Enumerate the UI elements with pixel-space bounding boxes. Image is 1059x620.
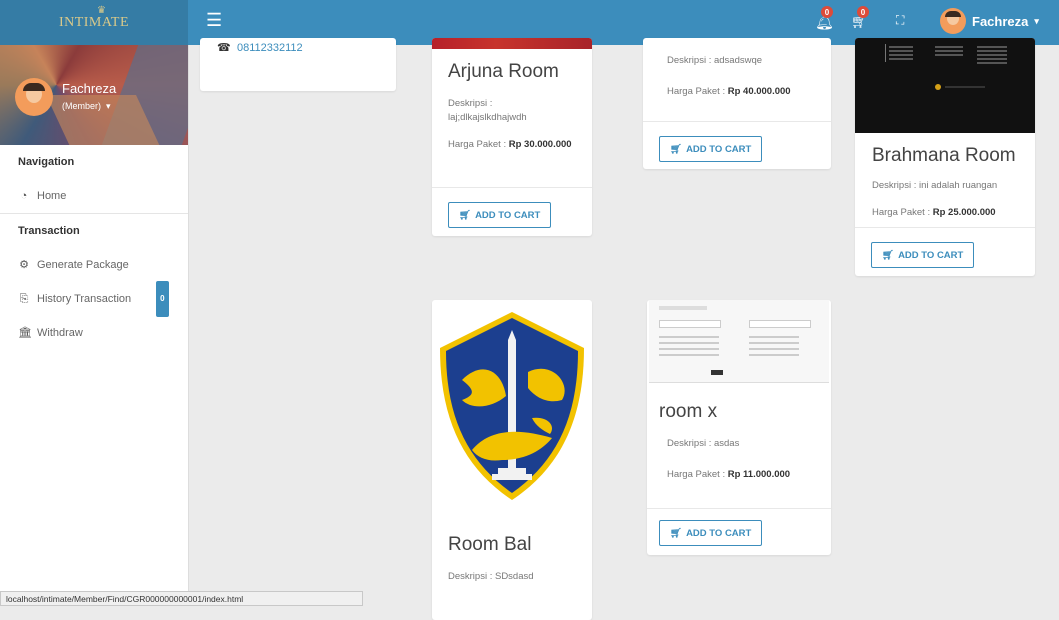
- room-card: Brahmana Room Deskripsi : ini adalah rua…: [855, 38, 1035, 276]
- add-to-cart-button[interactable]: 🛒︎ ADD TO CART: [659, 136, 763, 162]
- cart-icon: 🛒︎: [670, 527, 683, 539]
- caret-down-icon: ▾: [103, 101, 111, 111]
- fullscreen-button[interactable]: ⛶: [896, 13, 904, 28]
- room-description: Deskripsi : adsadswqe: [667, 55, 763, 66]
- room-image: [432, 38, 592, 49]
- topbar-user-name: Fachreza: [972, 13, 1029, 29]
- room-title: room x: [659, 401, 718, 422]
- room-description: Deskripsi : asdas: [667, 438, 740, 449]
- expand-icon: ⛶: [896, 13, 905, 27]
- cart-icon: 🛒︎: [670, 143, 683, 155]
- room-price: Harga Paket : Rp 40.000.000: [667, 86, 791, 97]
- room-image: [432, 300, 592, 520]
- city-emblem-image: [440, 312, 584, 500]
- phone-number[interactable]: 08112332112: [237, 42, 303, 54]
- sidebar: Fachreza (Member) ▾ Navigation ◔ Home Tr…: [0, 45, 189, 606]
- sidebar-user-name: Fachreza: [62, 81, 117, 96]
- add-to-cart-button[interactable]: 🛒︎ ADD TO CART: [871, 242, 975, 268]
- menu-toggle-button[interactable]: ☰: [206, 10, 222, 31]
- add-to-cart-button[interactable]: 🛒︎ ADD TO CART: [659, 520, 763, 546]
- browser-status-bar: localhost/intimate/Member/Find/CGR000000…: [0, 591, 363, 606]
- sidebar-item-withdraw[interactable]: 🏛︎ Withdraw: [0, 316, 188, 350]
- user-avatar: [15, 78, 53, 116]
- room-card: Arjuna Room Deskripsi : laj;dlkajslkdhaj…: [432, 38, 592, 236]
- history-icon: ⎘: [19, 293, 29, 305]
- sidebar-item-generate-package[interactable]: ⚙ Generate Package: [0, 248, 188, 282]
- notification-count-badge: 0: [821, 6, 833, 18]
- transaction-section-header: Transaction: [18, 225, 80, 237]
- bank-icon: 🏛︎: [18, 327, 32, 339]
- sidebar-item-home[interactable]: ◔ Home: [0, 179, 188, 213]
- app-logo[interactable]: ♛ INTIMATE: [0, 0, 188, 45]
- add-to-cart-button[interactable]: 🛒︎ ADD TO CART: [448, 202, 552, 228]
- logo-text: ♛ INTIMATE: [58, 4, 130, 30]
- room-card: Deskripsi : adsadswqe Harga Paket : Rp 4…: [643, 38, 831, 169]
- room-card: room x Deskripsi : asdas Harga Paket : R…: [647, 300, 831, 555]
- cart-button[interactable]: 🛒︎ 0: [851, 6, 869, 30]
- notifications-button[interactable]: 🔔︎ 0: [815, 6, 834, 31]
- room-description: Deskripsi : laj;dlkajslkdhajwdh: [448, 98, 527, 123]
- room-image: [855, 38, 1035, 133]
- room-title: Brahmana Room: [872, 145, 1016, 166]
- cart-icon: 🛒︎: [882, 249, 895, 261]
- user-dropdown[interactable]: Fachreza ▾: [940, 8, 1039, 34]
- avatar: [940, 8, 966, 34]
- room-image: [649, 300, 829, 383]
- user-role-dropdown[interactable]: (Member) ▾: [62, 101, 111, 112]
- room-title: Room Bal: [448, 534, 532, 555]
- room-price: Harga Paket : Rp 30.000.000: [448, 139, 572, 150]
- dashboard-icon: ◔: [20, 190, 28, 202]
- phone-icon: ☎: [217, 42, 231, 54]
- sidebar-item-history-transaction[interactable]: ⎘ History Transaction 0: [0, 281, 188, 317]
- room-price: Harga Paket : Rp 11.000.000: [667, 469, 791, 480]
- crown-icon: ♛: [96, 4, 107, 16]
- cart-icon: 🛒︎: [459, 209, 472, 221]
- cart-count-badge: 0: [857, 6, 869, 18]
- phone-contact: ☎ 08112332112: [217, 41, 303, 55]
- room-title: Arjuna Room: [448, 61, 559, 82]
- history-count-badge: 0: [156, 281, 169, 317]
- nav-section-header: Navigation: [18, 156, 75, 168]
- user-panel: Fachreza (Member) ▾: [0, 45, 188, 145]
- room-price: Harga Paket : Rp 25.000.000: [872, 207, 996, 218]
- room-card: Room Bal Deskripsi : SDsdasd: [432, 300, 592, 620]
- chevron-down-icon: ▾: [1034, 15, 1039, 26]
- room-description: Deskripsi : ini adalah ruangan: [872, 180, 998, 191]
- cogs-icon: ⚙: [19, 259, 29, 271]
- room-description: Deskripsi : SDsdasd: [448, 571, 534, 582]
- contact-card: ☎ 08112332112: [200, 38, 396, 91]
